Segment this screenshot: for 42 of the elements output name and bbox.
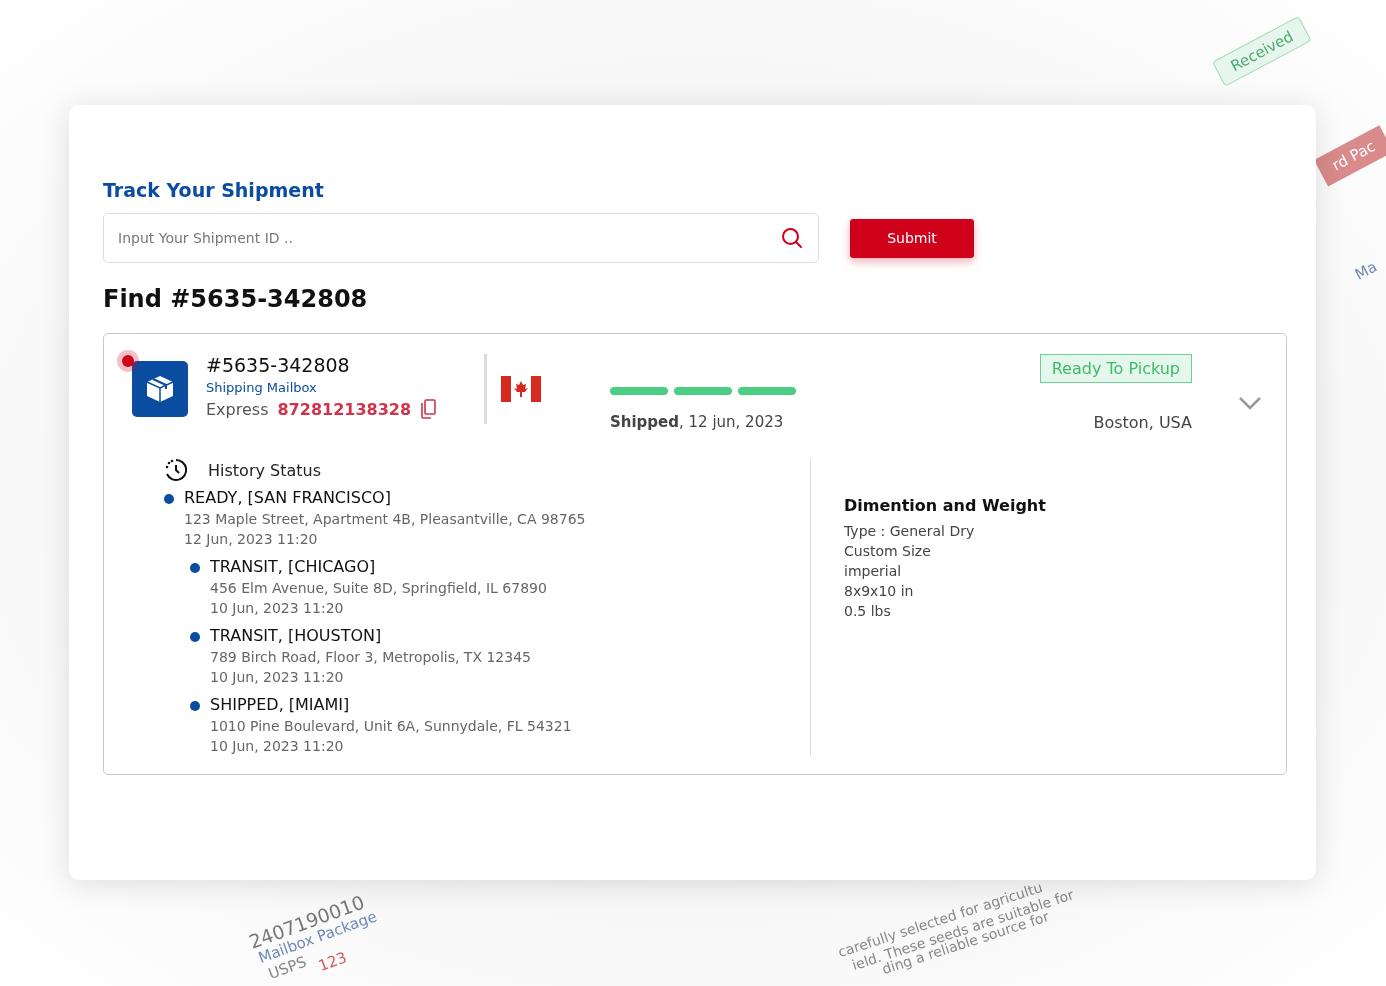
event-time: 12 Jun, 2023 11:20: [184, 530, 319, 549]
dimension-detail: imperial: [844, 562, 903, 581]
event-address: 456 Elm Avenue, Suite 8D, Springfield, IL 67890: [210, 579, 547, 598]
background-text: Ma: [1352, 257, 1380, 284]
submit-button[interactable]: Submit: [850, 218, 974, 258]
package-icon: [132, 361, 188, 417]
shipment-id-field[interactable]: Input Your Shipment ID ..: [103, 213, 819, 263]
dimension-detail: Custom Size: [844, 542, 932, 561]
event-time: 10 Jun, 2023 11:20: [210, 737, 345, 756]
bullet-icon: [190, 563, 200, 573]
tracking-number: 872812138328: [277, 399, 412, 419]
event-address: 1010 Pine Boulevard, Unit 6A, Sunnydale, FL 54321: [210, 717, 572, 736]
event-address: 123 Maple Street, Apartment 4B, Pleasantville, CA 98765: [184, 510, 586, 529]
event-status: READY, [SAN FRANCISCO]: [184, 488, 392, 507]
service-name: Express: [206, 399, 269, 419]
destination: Boston, USA: [1093, 413, 1192, 432]
result-heading: Find #5635-342808: [103, 285, 369, 313]
event-time: 10 Jun, 2023 11:20: [210, 599, 345, 618]
copy-icon[interactable]: [420, 399, 437, 419]
history-icon: [164, 458, 188, 482]
event-time: 10 Jun, 2023 11:20: [210, 668, 345, 687]
event-status: SHIPPED, [MIAMI]: [210, 695, 351, 714]
history-title: History Status: [208, 460, 321, 480]
chevron-icon[interactable]: [1238, 396, 1262, 410]
shipment-type: Shipping Mailbox: [206, 380, 318, 395]
bullet-icon: [190, 701, 200, 711]
dimension-detail: Type : General Dry: [844, 522, 976, 541]
flag-icon: [501, 376, 541, 402]
event-address: 789 Birch Road, Floor 3, Metropolis, TX 12345: [210, 648, 531, 667]
bullet-icon: [190, 632, 200, 642]
section-title: Track Your Shipment: [103, 179, 325, 201]
shipment-id: #5635-342808: [206, 354, 351, 376]
event-status: TRANSIT, [CHICAGO]: [210, 557, 377, 576]
event-status: TRANSIT, [HOUSTON]: [210, 626, 383, 645]
bullet-icon: [164, 494, 174, 504]
search-icon[interactable]: [781, 227, 803, 249]
dimension-detail: 8x9x10 in: [844, 582, 915, 601]
shipped-date: Shipped, 12 jun, 2023: [610, 413, 785, 431]
dimension-detail: 0.5 lbs: [844, 602, 892, 621]
background-text: 123: [316, 948, 350, 975]
status-badge: Ready To Pickup: [1039, 354, 1192, 383]
dimensions-title: Dimention and Weight: [844, 496, 1046, 515]
